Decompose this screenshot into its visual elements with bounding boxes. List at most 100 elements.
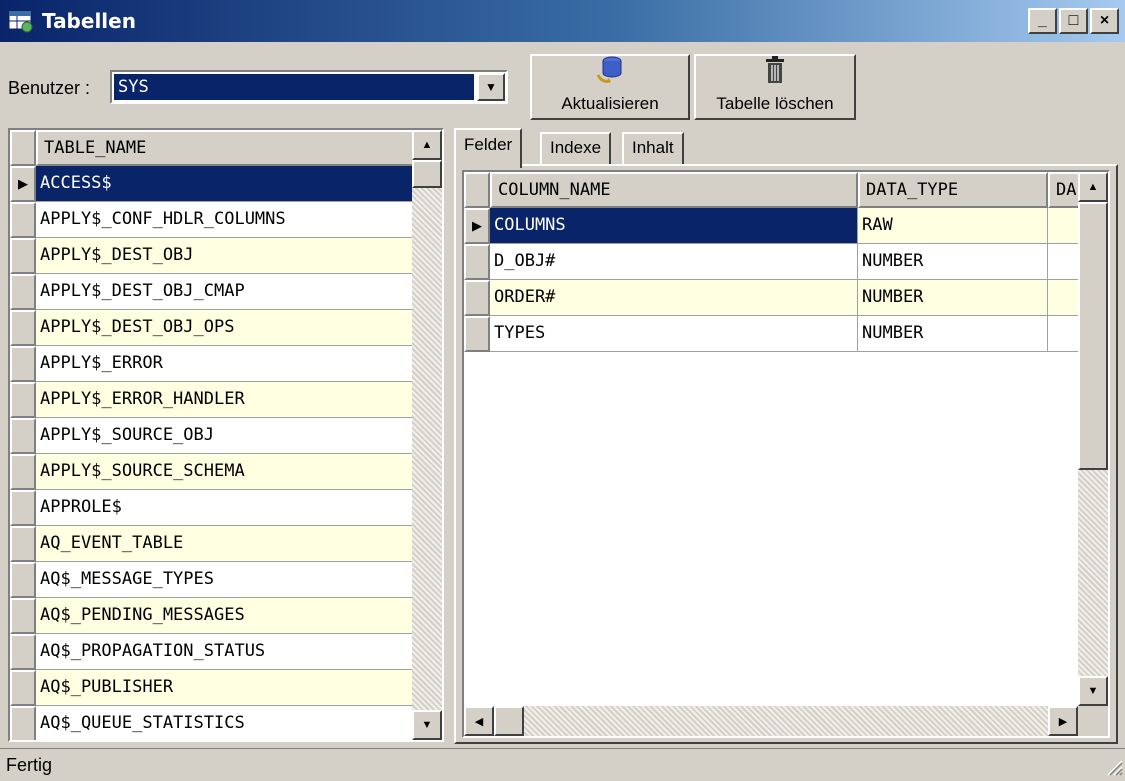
data-type-cell[interactable]: NUMBER <box>858 316 1048 352</box>
table-row[interactable]: APPLY$_ERROR_HANDLER <box>10 382 414 418</box>
scroll-thumb-horizontal[interactable] <box>494 706 524 736</box>
fields-horizontal-scrollbar[interactable]: ◀ ▶ <box>464 706 1078 736</box>
column-header-column-name[interactable]: COLUMN_NAME <box>490 172 858 208</box>
table-row[interactable]: APPLY$_SOURCE_SCHEMA <box>10 454 414 490</box>
row-indicator[interactable] <box>10 670 36 706</box>
field-row[interactable]: TYPES NUMBER <box>464 316 1088 352</box>
table-name-cell[interactable]: APPLY$_DEST_OBJ_OPS <box>36 310 414 346</box>
arrow-up-icon: ▲ <box>1087 181 1099 193</box>
row-indicator[interactable] <box>10 238 36 274</box>
row-indicator[interactable] <box>464 280 490 316</box>
row-indicator[interactable] <box>10 310 36 346</box>
chevron-down-icon: ▼ <box>485 80 497 94</box>
table-row[interactable]: APPROLE$ <box>10 490 414 526</box>
scroll-down-button[interactable]: ▼ <box>412 710 442 740</box>
delete-table-label: Tabelle löschen <box>716 94 834 113</box>
title-bar[interactable]: Tabellen _ □ × <box>0 0 1125 42</box>
row-indicator[interactable] <box>10 274 36 310</box>
tab-indexe[interactable]: Indexe <box>540 132 612 166</box>
column-name-cell[interactable]: TYPES <box>490 316 858 352</box>
row-indicator[interactable] <box>10 490 36 526</box>
column-name-cell[interactable]: COLUMNS <box>490 208 858 244</box>
table-row[interactable]: APPLY$_DEST_OBJ_OPS <box>10 310 414 346</box>
column-name-cell[interactable]: ORDER# <box>490 280 858 316</box>
fields-grid[interactable]: COLUMN_NAME DATA_TYPE DA ▶ COLUMNS RAW D_OB… <box>462 170 1110 738</box>
table-row[interactable]: AQ$_PUBLISHER <box>10 670 414 706</box>
scroll-up-button[interactable]: ▲ <box>412 130 442 160</box>
scroll-left-button[interactable]: ◀ <box>464 706 494 736</box>
table-row[interactable]: APPLY$_CONF_HDLR_COLUMNS <box>10 202 414 238</box>
table-row[interactable]: AQ$_MESSAGE_TYPES <box>10 562 414 598</box>
scroll-thumb[interactable] <box>412 160 442 188</box>
user-select-dropdown-button[interactable]: ▼ <box>477 73 505 101</box>
column-header-data-type[interactable]: DATA_TYPE <box>858 172 1048 208</box>
column-name-cell[interactable]: D_OBJ# <box>490 244 858 280</box>
table-name-cell[interactable]: APPLY$_CONF_HDLR_COLUMNS <box>36 202 414 238</box>
table-app-icon <box>8 8 34 34</box>
table-row[interactable]: ▶ ACCESS$ <box>10 166 414 202</box>
row-indicator[interactable] <box>10 706 36 740</box>
row-indicator[interactable] <box>10 634 36 670</box>
resize-grip-icon[interactable] <box>1103 756 1123 776</box>
arrow-down-icon: ▼ <box>421 719 433 731</box>
table-list-vertical-scrollbar[interactable]: ▲ ▼ <box>412 130 442 740</box>
column-header-table-name[interactable]: TABLE_NAME <box>36 130 414 166</box>
scroll-thumb[interactable] <box>1078 202 1108 470</box>
row-indicator[interactable] <box>10 454 36 490</box>
data-type-cell[interactable]: NUMBER <box>858 280 1048 316</box>
table-name-cell[interactable]: AQ_EVENT_TABLE <box>36 526 414 562</box>
table-list-grid[interactable]: TABLE_NAME ▶ ACCESS$ APPLY$_CONF_HDLR_COLU… <box>8 128 444 742</box>
table-row[interactable]: AQ$_PENDING_MESSAGES <box>10 598 414 634</box>
table-row[interactable]: AQ$_PROPAGATION_STATUS <box>10 634 414 670</box>
current-row-arrow-icon: ▶ <box>18 176 28 191</box>
fields-vertical-scrollbar[interactable]: ▲ ▼ <box>1078 172 1108 706</box>
data-type-cell[interactable]: RAW <box>858 208 1048 244</box>
field-row[interactable]: D_OBJ# NUMBER <box>464 244 1088 280</box>
maximize-button[interactable]: □ <box>1059 8 1088 34</box>
row-indicator[interactable] <box>464 316 490 352</box>
row-indicator[interactable] <box>464 244 490 280</box>
table-name-cell[interactable]: AQ$_QUEUE_STATISTICS <box>36 706 414 740</box>
row-indicator[interactable] <box>10 382 36 418</box>
data-type-cell[interactable]: NUMBER <box>858 244 1048 280</box>
table-name-cell[interactable]: APPLY$_ERROR_HANDLER <box>36 382 414 418</box>
row-indicator[interactable] <box>10 598 36 634</box>
row-indicator[interactable]: ▶ <box>10 166 36 202</box>
table-name-cell[interactable]: ACCESS$ <box>36 166 414 202</box>
row-indicator[interactable] <box>10 202 36 238</box>
tab-inhalt[interactable]: Inhalt <box>622 132 684 166</box>
scroll-right-button[interactable]: ▶ <box>1048 706 1078 736</box>
table-name-cell[interactable]: APPLY$_DEST_OBJ <box>36 238 414 274</box>
row-indicator[interactable]: ▶ <box>464 208 490 244</box>
field-row[interactable]: ORDER# NUMBER <box>464 280 1088 316</box>
table-name-cell[interactable]: AQ$_MESSAGE_TYPES <box>36 562 414 598</box>
table-name-cell[interactable]: AQ$_PENDING_MESSAGES <box>36 598 414 634</box>
row-indicator[interactable] <box>10 418 36 454</box>
table-name-cell[interactable]: APPLY$_SOURCE_OBJ <box>36 418 414 454</box>
table-row[interactable]: APPLY$_DEST_OBJ_CMAP <box>10 274 414 310</box>
table-name-cell[interactable]: AQ$_PROPAGATION_STATUS <box>36 634 414 670</box>
close-button[interactable]: × <box>1090 8 1119 34</box>
table-name-cell[interactable]: APPROLE$ <box>36 490 414 526</box>
window-title: Tabellen <box>42 9 136 33</box>
row-indicator[interactable] <box>10 346 36 382</box>
table-row[interactable]: APPLY$_DEST_OBJ <box>10 238 414 274</box>
user-select[interactable]: SYS ▼ <box>110 70 508 104</box>
table-name-cell[interactable]: APPLY$_ERROR <box>36 346 414 382</box>
tab-felder[interactable]: Felder <box>454 128 523 168</box>
scroll-up-button[interactable]: ▲ <box>1078 172 1108 202</box>
delete-table-button[interactable]: Tabelle löschen <box>694 54 856 120</box>
minimize-button[interactable]: _ <box>1028 8 1057 34</box>
table-row[interactable]: AQ$_QUEUE_STATISTICS <box>10 706 414 740</box>
table-row[interactable]: AQ_EVENT_TABLE <box>10 526 414 562</box>
field-row[interactable]: ▶ COLUMNS RAW <box>464 208 1088 244</box>
table-name-cell[interactable]: AQ$_PUBLISHER <box>36 670 414 706</box>
table-row[interactable]: APPLY$_ERROR <box>10 346 414 382</box>
refresh-button[interactable]: Aktualisieren <box>530 54 690 120</box>
row-indicator[interactable] <box>10 526 36 562</box>
table-name-cell[interactable]: APPLY$_SOURCE_SCHEMA <box>36 454 414 490</box>
scroll-down-button[interactable]: ▼ <box>1078 676 1108 706</box>
table-name-cell[interactable]: APPLY$_DEST_OBJ_CMAP <box>36 274 414 310</box>
row-indicator[interactable] <box>10 562 36 598</box>
table-row[interactable]: APPLY$_SOURCE_OBJ <box>10 418 414 454</box>
